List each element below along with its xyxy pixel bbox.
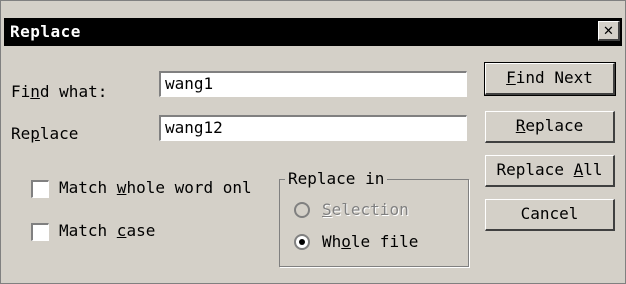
close-button[interactable]: ✕ — [598, 21, 620, 41]
selection-radio[interactable] — [294, 202, 310, 218]
replace-button[interactable]: Replace — [485, 111, 615, 143]
find-what-input[interactable]: wang1 — [159, 71, 467, 97]
match-whole-word-label[interactable]: Match whole word onl — [59, 178, 252, 198]
whole-file-radio[interactable] — [294, 234, 310, 250]
replace-with-input[interactable]: wang12 — [159, 115, 467, 141]
radio-selected-dot — [299, 239, 305, 245]
replace-dialog: Replace ✕ Find what: wang1 Replace wang1… — [0, 0, 626, 284]
replace-all-button[interactable]: Replace All — [485, 155, 615, 187]
close-icon: ✕ — [603, 20, 614, 39]
title-bar[interactable]: Replace ✕ — [4, 18, 622, 46]
selection-label: Selection — [322, 200, 409, 219]
match-whole-word-checkbox[interactable] — [31, 180, 49, 198]
find-what-label: Find what: — [11, 82, 108, 101]
match-case-label[interactable]: Match case — [59, 221, 155, 241]
find-next-button[interactable]: Find Next — [484, 62, 616, 96]
whole-file-label[interactable]: Whole file — [322, 232, 418, 252]
match-case-checkbox[interactable] — [31, 223, 49, 241]
replace-in-group — [279, 179, 469, 267]
replace-in-title: Replace in — [285, 169, 388, 189]
cancel-button[interactable]: Cancel — [485, 199, 615, 231]
replace-with-label: Replace — [11, 124, 79, 143]
window-title: Replace — [10, 22, 81, 41]
